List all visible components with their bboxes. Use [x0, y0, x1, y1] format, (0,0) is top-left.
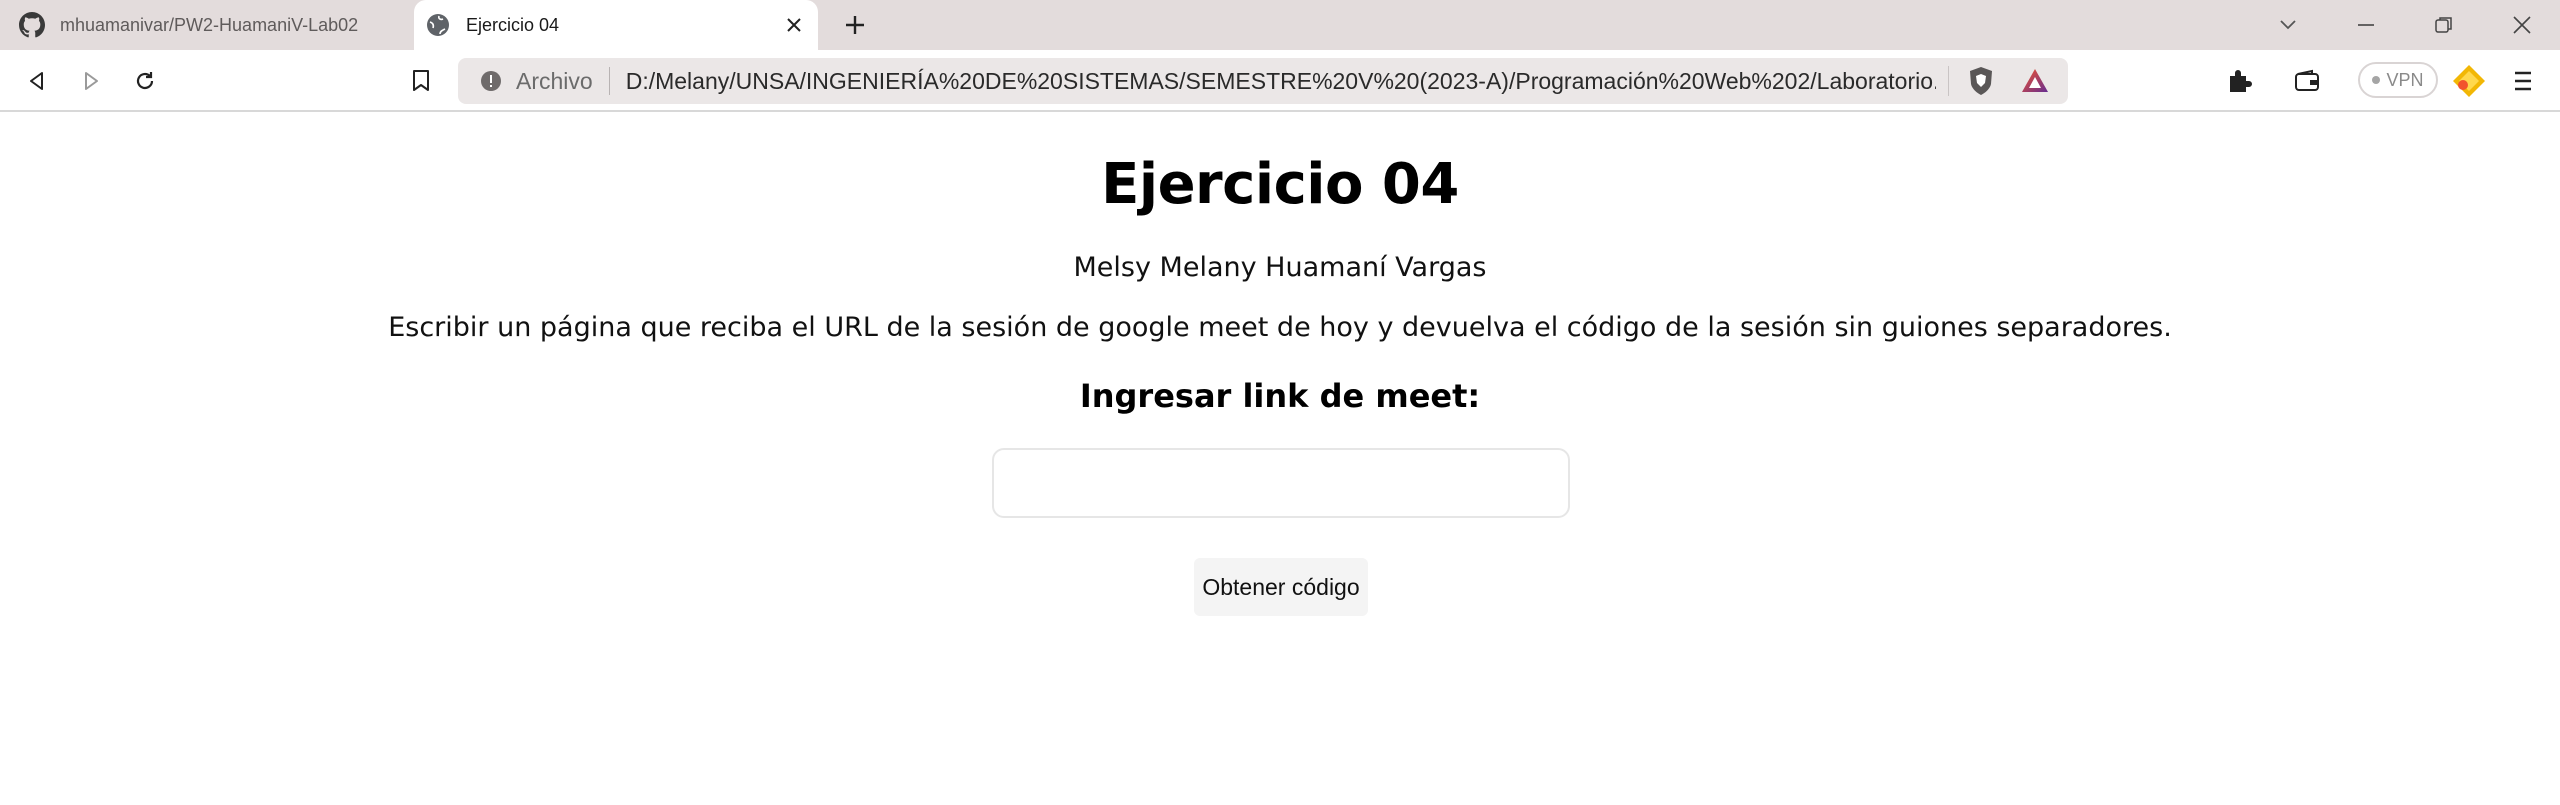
github-icon — [18, 11, 46, 39]
bookmark-icon[interactable] — [402, 62, 440, 100]
page-content: Ejercicio 04 Melsy Melany Huamaní Vargas… — [0, 112, 2560, 805]
brave-shields-icon[interactable] — [1963, 63, 1999, 99]
address-bar[interactable]: Archivo D:/Melany/UNSA/INGENIERÍA%20DE%2… — [458, 58, 2068, 104]
menu-icon[interactable] — [2504, 62, 2542, 100]
tab-search-icon[interactable] — [2252, 0, 2324, 50]
tab-strip: mhuamanivar/PW2-HuamaniV-Lab02 Ejercicio… — [0, 0, 2560, 50]
minimize-icon[interactable] — [2330, 0, 2402, 50]
author-name: Melsy Melany Huamaní Vargas — [1073, 252, 1487, 283]
input-heading: Ingresar link de meet: — [1079, 377, 1481, 415]
tab-title: Ejercicio 04 — [466, 14, 560, 35]
brave-rewards-icon[interactable] — [2017, 63, 2053, 99]
vpn-label: VPN — [2386, 69, 2424, 90]
page-title: Ejercicio 04 — [1101, 152, 1459, 217]
extensions-icon[interactable] — [2220, 62, 2258, 100]
tab-title: mhuamanivar/PW2-HuamaniV-Lab02 — [60, 14, 359, 35]
vpn-status-dot — [2372, 76, 2381, 84]
divider — [608, 67, 610, 95]
exercise-description: Escribir un página que reciba el URL de … — [388, 312, 2172, 343]
bat-icon[interactable] — [2450, 62, 2488, 100]
globe-icon — [424, 11, 452, 39]
scheme-label: Archivo — [516, 67, 593, 94]
tab-github[interactable]: mhuamanivar/PW2-HuamaniV-Lab02 — [0, 0, 410, 50]
new-tab-button[interactable] — [838, 8, 872, 42]
restore-icon[interactable] — [2408, 0, 2480, 50]
wallet-icon[interactable] — [2288, 62, 2326, 100]
meet-link-input[interactable] — [992, 448, 1570, 518]
close-window-icon[interactable] — [2486, 0, 2558, 50]
url-text[interactable]: D:/Melany/UNSA/INGENIERÍA%20DE%20SISTEMA… — [626, 68, 1936, 95]
vpn-button[interactable]: VPN — [2358, 62, 2438, 98]
info-icon[interactable] — [476, 66, 506, 96]
close-tab-icon[interactable] — [780, 11, 808, 39]
forward-icon[interactable] — [72, 62, 110, 100]
browser-toolbar: Archivo D:/Melany/UNSA/INGENIERÍA%20DE%2… — [0, 50, 2560, 112]
get-code-button[interactable]: Obtener código — [1194, 558, 1368, 616]
divider — [1947, 66, 1949, 96]
back-icon[interactable] — [18, 62, 56, 100]
tab-ejercicio-04[interactable]: Ejercicio 04 — [414, 0, 818, 50]
reload-icon[interactable] — [126, 62, 164, 100]
